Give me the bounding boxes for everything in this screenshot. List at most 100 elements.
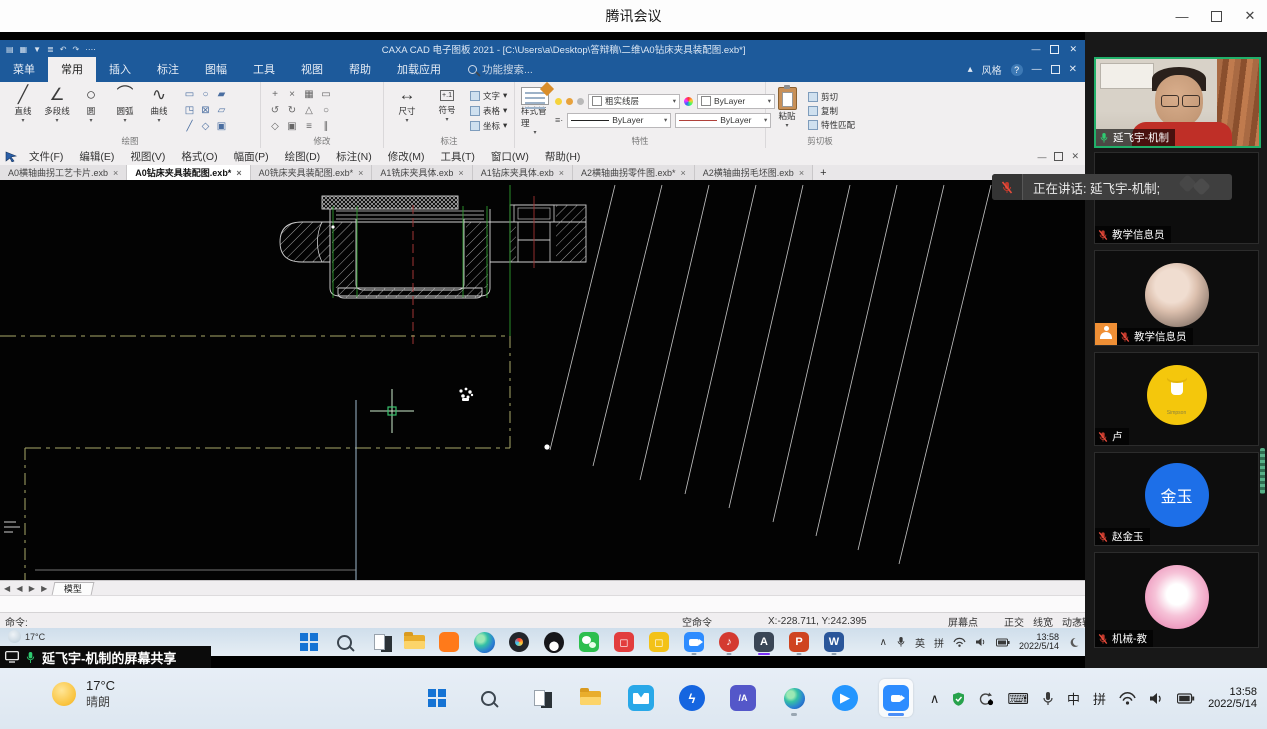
modify-tool-icon[interactable]: △ [301,103,317,118]
draw-tool-icon[interactable]: ╱ [182,119,197,134]
menu-item-绘图(D)[interactable]: 绘图(D) [277,149,329,164]
child-restore-icon[interactable] [1054,152,1063,161]
menu-item-工具(T)[interactable]: 工具(T) [433,149,483,164]
task-view-icon[interactable] [368,631,390,653]
document-tab[interactable]: A0钻床夹具装配图.exb*× [127,165,250,180]
wechat-icon[interactable] [578,631,600,653]
document-tab[interactable]: A2横轴曲拐毛坯图.exb× [695,165,813,180]
layer-lock-icon[interactable] [577,98,584,105]
linetype-icon[interactable]: ≡· [555,115,563,125]
menu-item-窗口(W)[interactable]: 窗口(W) [483,149,537,164]
draw-tool-曲线[interactable]: ∿曲线▾ [142,85,176,136]
windows-start-icon[interactable] [298,631,320,653]
draw-tool-icon[interactable]: ▰ [214,87,229,102]
file-explorer-icon[interactable] [573,679,607,717]
search-icon[interactable] [333,631,355,653]
close-tab-icon[interactable]: × [236,168,241,178]
modify-tool-icon[interactable]: ▦ [301,87,317,102]
video-tile[interactable]: Simpson卢 [1094,352,1259,446]
modify-tool-icon[interactable]: ○ [318,103,334,118]
foxit-reader-icon[interactable] [438,631,460,653]
microsoft-edge-icon[interactable] [777,679,811,717]
qat-more-icon[interactable]: ·⋯ [85,45,96,54]
tray-mic-icon[interactable] [1042,691,1054,706]
video-tile[interactable]: 教学信息员 [1094,250,1259,346]
draw-tool-icon[interactable]: ▣ [214,119,229,134]
maximize-button[interactable] [1199,0,1233,32]
ribbon-tab-插入[interactable]: 插入 [96,57,144,82]
modify-tool-icon[interactable]: ≡ [301,119,317,134]
function-search[interactable]: 功能搜索... [468,62,533,82]
red-app-icon[interactable]: ◻ [613,631,635,653]
app-menu-icon[interactable] [5,151,18,162]
modify-tool-icon[interactable]: ◇ [267,119,283,134]
ribbon-tab-图幅[interactable]: 图幅 [192,57,240,82]
modify-tool-icon[interactable]: ↻ [284,103,300,118]
draw-tool-icon[interactable]: ⊠ [198,103,213,118]
ribbon-tab-帮助[interactable]: 帮助 [336,57,384,82]
new-tab-button[interactable]: + [813,165,833,180]
shared-clock[interactable]: 13:58 2022/5/14 [1019,633,1059,652]
menu-item-帮助(H)[interactable]: 帮助(H) [537,149,589,164]
command-history[interactable] [0,595,1085,613]
redo-icon[interactable]: ↷ [72,45,79,54]
cad-minimize-button[interactable]: — [1031,44,1040,54]
style-button[interactable]: 风格 [982,62,1002,77]
menu-item-标注(N)[interactable]: 标注(N) [328,149,380,164]
layer-select[interactable]: 粗实线层▾ [588,94,680,109]
ime-mode-indicator[interactable]: 拼 [934,635,944,650]
menu-item-修改(M)[interactable]: 修改(M) [380,149,433,164]
shared-weather-widget[interactable]: 17°C [8,630,45,643]
close-tab-icon[interactable]: × [358,168,363,178]
clock[interactable]: 13:58 2022/5/14 [1208,687,1257,710]
video-tile-main[interactable]: 延飞宇-机制 [1094,57,1261,148]
battery-icon[interactable] [996,638,1010,647]
status-screen-point[interactable]: 屏幕点 [948,614,978,629]
new-file-icon[interactable]: ▤ [6,45,14,54]
ime-mode-indicator[interactable]: 拼 [1093,689,1106,708]
draw-tool-直线[interactable]: ╱直线▾ [6,85,40,136]
ime-lang-indicator[interactable]: 英 [915,635,925,650]
tray-mic-icon[interactable] [896,636,906,648]
status-toggle-线宽[interactable]: 线宽 [1033,614,1053,629]
modify-tool-icon[interactable]: ↺ [267,103,283,118]
cad-canvas[interactable] [0,180,1085,580]
draw-tool-icon[interactable]: ◇ [198,119,213,134]
draw-tool-icon[interactable]: ▱ [214,103,229,118]
night-mode-icon[interactable] [1068,637,1079,648]
media-app-icon[interactable] [508,631,530,653]
dimension-tool[interactable]: ↔ 尺寸▾ [390,85,424,136]
volume-icon[interactable] [1149,692,1164,705]
mail-icon[interactable] [624,679,658,717]
document-tab[interactable]: A2横轴曲拐零件图.exb*× [573,165,695,180]
style-manager-tool[interactable]: 样式管理▾ [521,85,549,136]
quark-browser-icon[interactable]: ▶ [828,679,862,717]
security-shield-icon[interactable] [952,692,965,706]
draw-tool-icon[interactable]: ○ [198,87,213,102]
paste-tool[interactable]: 粘贴▾ [772,85,802,136]
modify-tool-icon[interactable]: ▣ [284,119,300,134]
layer-visibility-icon[interactable] [555,98,562,105]
weather-widget[interactable]: 17°C 晴朗 [52,678,115,710]
modify-tool-icon[interactable]: × [284,87,300,102]
tencent-meeting-icon[interactable] [879,679,913,717]
command-prompt[interactable]: 命令: [5,614,28,629]
menu-item-视图(V)[interactable]: 视图(V) [122,149,173,164]
child-minimize-icon[interactable]: — [1037,152,1046,162]
lineweight-select[interactable]: ByLayer▾ [675,113,771,128]
annotate-tool-坐标[interactable]: 坐标▾ [470,119,507,133]
print-icon[interactable]: ≣ [47,45,54,54]
open-file-icon[interactable]: ▦ [20,45,28,54]
clipboard-剪切[interactable]: 剪切 [808,90,855,104]
windows-start-icon[interactable] [420,679,454,717]
modify-tool-icon[interactable]: + [267,87,283,102]
tencent-meeting-icon[interactable] [683,631,705,653]
child-close-icon[interactable]: ✕ [1071,151,1079,162]
yellow-notes-app-icon[interactable]: ◻ [648,631,670,653]
menu-item-编辑(E)[interactable]: 编辑(E) [71,149,122,164]
status-more-icon[interactable]: ▾ [1076,616,1081,627]
doc-restore-icon[interactable] [1051,65,1060,74]
status-toggle-正交[interactable]: 正交 [1004,614,1024,629]
thunder-icon[interactable]: ϟ [675,679,709,717]
clipboard-特性匹配[interactable]: 特性匹配 [808,118,855,132]
